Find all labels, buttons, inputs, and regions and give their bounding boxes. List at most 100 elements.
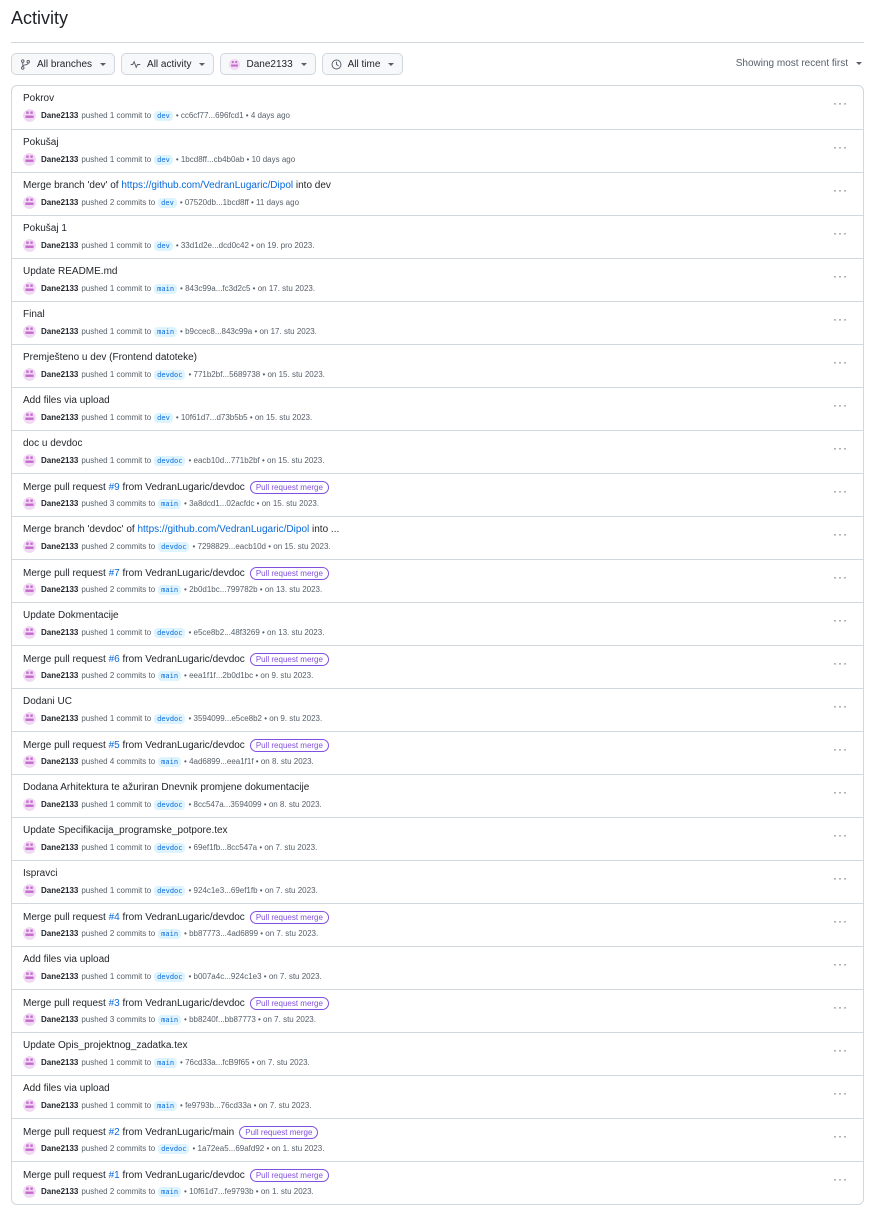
user-link[interactable]: Dane2133 <box>41 1058 78 1067</box>
kebab-menu-icon[interactable]: ··· <box>833 1129 848 1143</box>
time-filter-button[interactable]: All time <box>321 53 404 75</box>
avatar[interactable] <box>23 712 36 725</box>
avatar[interactable] <box>23 454 36 467</box>
branch-label[interactable]: dev <box>154 154 173 165</box>
user-link[interactable]: Dane2133 <box>41 1015 78 1024</box>
pull-request-link[interactable]: #6 <box>109 654 120 665</box>
sort-dropdown[interactable]: Showing most recent first <box>736 58 862 69</box>
user-link[interactable]: Dane2133 <box>41 585 78 594</box>
user-link[interactable]: Dane2133 <box>41 413 78 422</box>
branch-label[interactable]: devdoc <box>158 1143 190 1154</box>
commit-range-link[interactable]: 76cd33a...fcB9f65 <box>185 1058 250 1067</box>
user-link[interactable]: Dane2133 <box>41 241 78 250</box>
avatar[interactable] <box>23 411 36 424</box>
kebab-menu-icon[interactable]: ··· <box>833 1043 848 1057</box>
commit-range-link[interactable]: bb87773...4ad6899 <box>189 929 258 938</box>
kebab-menu-icon[interactable]: ··· <box>833 914 848 928</box>
pull-request-link[interactable]: #5 <box>109 740 120 751</box>
pull-request-link[interactable]: #9 <box>109 482 120 493</box>
kebab-menu-icon[interactable]: ··· <box>833 398 848 412</box>
branch-label[interactable]: main <box>158 1014 182 1025</box>
commit-range-link[interactable]: fe9793b...76cd33a <box>185 1101 251 1110</box>
user-link[interactable]: Dane2133 <box>41 1187 78 1196</box>
user-link[interactable]: Dane2133 <box>41 886 78 895</box>
commit-range-link[interactable]: 843c99a...fc3d2c5 <box>185 284 250 293</box>
user-link[interactable]: Dane2133 <box>41 456 78 465</box>
branch-label[interactable]: dev <box>154 412 173 423</box>
avatar[interactable] <box>23 368 36 381</box>
avatar[interactable] <box>23 755 36 768</box>
commit-range-link[interactable]: 07520db...1bcd8ff <box>185 198 249 207</box>
repo-link[interactable]: https://github.com/VedranLugaric/Dipol <box>121 180 293 191</box>
branch-label[interactable]: devdoc <box>154 713 186 724</box>
pull-request-link[interactable]: #1 <box>109 1170 120 1181</box>
pull-request-link[interactable]: #7 <box>109 568 120 579</box>
avatar[interactable] <box>23 196 36 209</box>
kebab-menu-icon[interactable]: ··· <box>833 269 848 283</box>
commit-range-link[interactable]: 3594099...e5ce8b2 <box>194 714 263 723</box>
avatar[interactable] <box>23 153 36 166</box>
commit-range-link[interactable]: 3a8dcd1...02acfdc <box>189 499 254 508</box>
commit-range-link[interactable]: e5ce8b2...48f3269 <box>194 628 260 637</box>
user-link[interactable]: Dane2133 <box>41 327 78 336</box>
commit-range-link[interactable]: b9ccec8...843c99a <box>185 327 252 336</box>
pull-request-link[interactable]: #3 <box>109 998 120 1009</box>
avatar[interactable] <box>23 282 36 295</box>
user-filter-button[interactable]: Dane2133 <box>220 53 316 75</box>
user-link[interactable]: Dane2133 <box>41 800 78 809</box>
branch-label[interactable]: dev <box>154 110 173 121</box>
kebab-menu-icon[interactable]: ··· <box>833 785 848 799</box>
commit-range-link[interactable]: 924c1e3...69ef1fb <box>194 886 258 895</box>
pull-request-link[interactable]: #2 <box>109 1127 120 1138</box>
branch-label[interactable]: dev <box>158 197 177 208</box>
commit-range-link[interactable]: eacb10d...771b2bf <box>194 456 260 465</box>
commit-range-link[interactable]: 2b0d1bc...799782b <box>189 585 258 594</box>
kebab-menu-icon[interactable]: ··· <box>833 1172 848 1186</box>
commit-range-link[interactable]: bb8240f...bb87773 <box>189 1015 256 1024</box>
user-link[interactable]: Dane2133 <box>41 714 78 723</box>
branch-label[interactable]: main <box>154 1100 178 1111</box>
activity-filter-button[interactable]: All activity <box>121 53 215 75</box>
avatar[interactable] <box>23 239 36 252</box>
commit-range-link[interactable]: 10f61d7...d73b5b5 <box>181 413 248 422</box>
avatar[interactable] <box>23 884 36 897</box>
avatar[interactable] <box>23 927 36 940</box>
kebab-menu-icon[interactable]: ··· <box>833 570 848 584</box>
branch-label[interactable]: devdoc <box>158 541 190 552</box>
user-link[interactable]: Dane2133 <box>41 757 78 766</box>
commit-range-link[interactable]: eea1f1f...2b0d1bc <box>189 671 253 680</box>
user-link[interactable]: Dane2133 <box>41 155 78 164</box>
avatar[interactable] <box>23 1185 36 1198</box>
kebab-menu-icon[interactable]: ··· <box>833 957 848 971</box>
kebab-menu-icon[interactable]: ··· <box>833 527 848 541</box>
branch-label[interactable]: main <box>158 670 182 681</box>
branch-label[interactable]: devdoc <box>154 455 186 466</box>
kebab-menu-icon[interactable]: ··· <box>833 226 848 240</box>
kebab-menu-icon[interactable]: ··· <box>833 1000 848 1014</box>
user-link[interactable]: Dane2133 <box>41 111 78 120</box>
commit-range-link[interactable]: 1a72ea5...69afd92 <box>198 1144 265 1153</box>
branch-label[interactable]: main <box>158 928 182 939</box>
branch-label[interactable]: devdoc <box>154 799 186 810</box>
avatar[interactable] <box>23 970 36 983</box>
kebab-menu-icon[interactable]: ··· <box>833 742 848 756</box>
branch-label[interactable]: main <box>158 756 182 767</box>
branch-label[interactable]: main <box>154 283 178 294</box>
branch-label[interactable]: main <box>154 1057 178 1068</box>
kebab-menu-icon[interactable]: ··· <box>833 183 848 197</box>
avatar[interactable] <box>23 669 36 682</box>
repo-link[interactable]: https://github.com/VedranLugaric/Dipol <box>137 524 309 535</box>
branch-label[interactable]: main <box>154 326 178 337</box>
branch-label[interactable]: dev <box>154 240 173 251</box>
user-link[interactable]: Dane2133 <box>41 370 78 379</box>
commit-range-link[interactable]: 8cc547a...3594099 <box>194 800 262 809</box>
user-link[interactable]: Dane2133 <box>41 198 78 207</box>
avatar[interactable] <box>23 626 36 639</box>
avatar[interactable] <box>23 798 36 811</box>
branches-filter-button[interactable]: All branches <box>11 53 116 75</box>
user-link[interactable]: Dane2133 <box>41 499 78 508</box>
user-link[interactable]: Dane2133 <box>41 972 78 981</box>
user-link[interactable]: Dane2133 <box>41 1101 78 1110</box>
user-link[interactable]: Dane2133 <box>41 843 78 852</box>
kebab-menu-icon[interactable]: ··· <box>833 613 848 627</box>
